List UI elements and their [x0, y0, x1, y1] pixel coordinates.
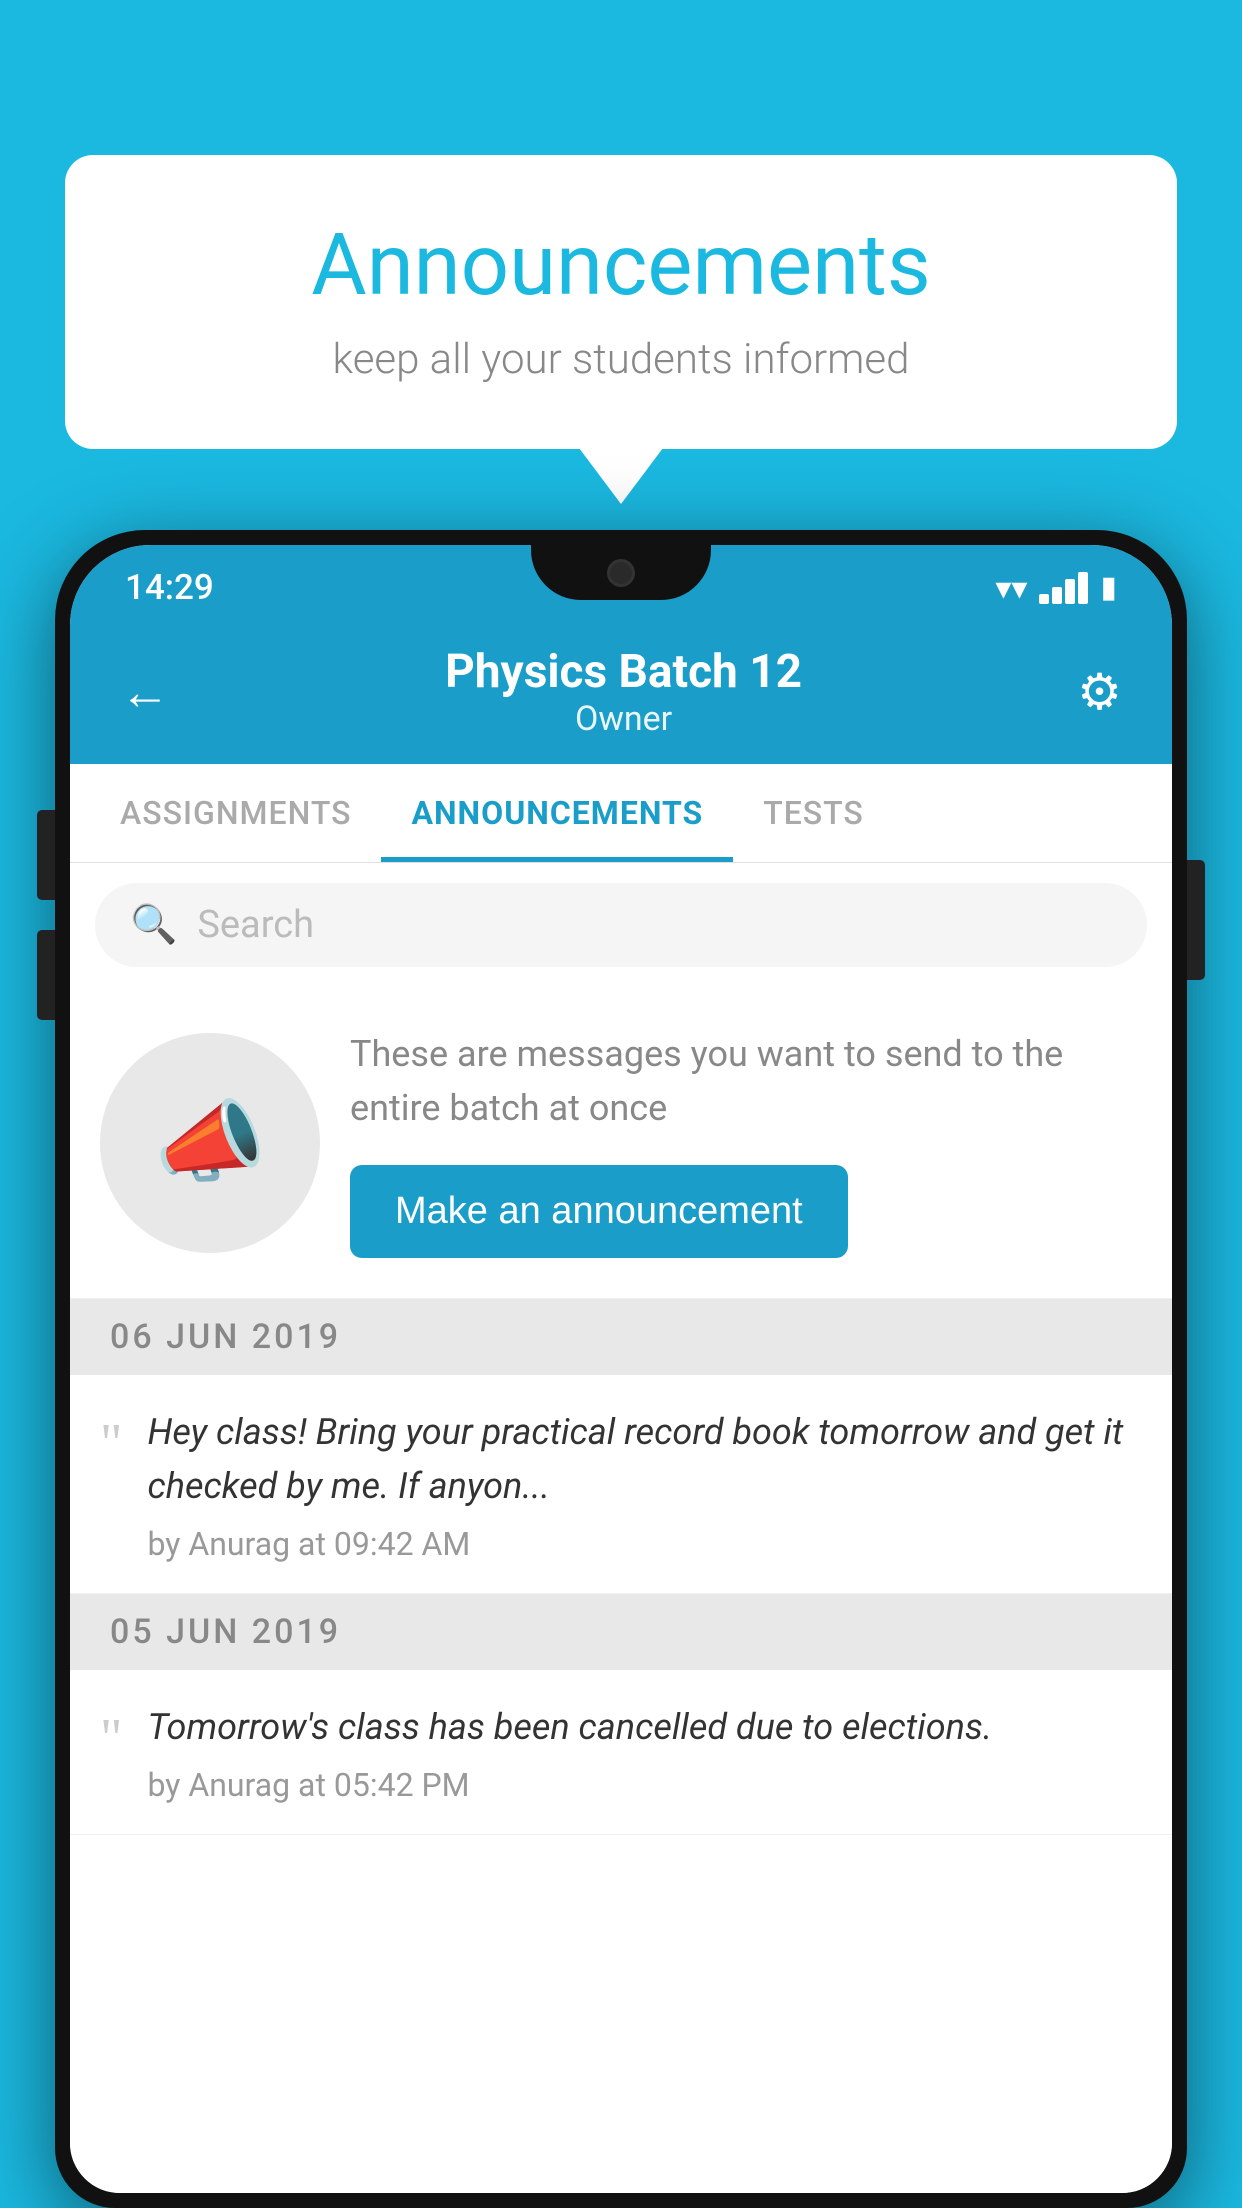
tab-bar: ASSIGNMENTS ANNOUNCEMENTS TESTS: [70, 764, 1172, 863]
app-header: ← Physics Batch 12 Owner ⚙: [70, 620, 1172, 764]
settings-icon[interactable]: ⚙: [1077, 663, 1122, 722]
speech-bubble-subtitle: keep all your students informed: [145, 335, 1097, 384]
back-button[interactable]: ←: [120, 663, 170, 722]
camera-dot: [607, 559, 635, 587]
promo-description: These are messages you want to send to t…: [350, 1027, 1142, 1135]
wifi-icon: ▾▾: [995, 569, 1027, 607]
signal-bar-2: [1052, 587, 1062, 604]
quote-icon-2: ": [100, 1710, 122, 1765]
tab-announcements[interactable]: ANNOUNCEMENTS: [381, 764, 733, 862]
tab-assignments[interactable]: ASSIGNMENTS: [90, 764, 381, 862]
announcement-text-2: Tomorrow's class has been cancelled due …: [147, 1700, 1142, 1754]
signal-bar-1: [1039, 594, 1049, 604]
date-separator-1: 06 JUN 2019: [70, 1299, 1172, 1375]
phone-inner: 14:29 ▾▾ ▮ ← Physics Batch 12: [70, 545, 1172, 2193]
speech-bubble: Announcements keep all your students inf…: [65, 155, 1177, 449]
header-title: Physics Batch 12: [170, 645, 1077, 699]
date-separator-2: 05 JUN 2019: [70, 1594, 1172, 1670]
speech-bubble-title: Announcements: [145, 215, 1097, 315]
announcement-content-1: Hey class! Bring your practical record b…: [147, 1405, 1142, 1563]
content-area: 🔍 Search 📣 These are messages you want t…: [70, 863, 1172, 2193]
search-bar[interactable]: 🔍 Search: [95, 883, 1147, 967]
promo-icon-circle: 📣: [100, 1033, 320, 1253]
phone-notch: [531, 545, 711, 600]
header-title-container: Physics Batch 12 Owner: [170, 645, 1077, 739]
status-icons: ▾▾ ▮: [995, 569, 1117, 607]
battery-icon: ▮: [1100, 570, 1117, 605]
signal-bar-3: [1065, 579, 1075, 604]
make-announcement-button[interactable]: Make an announcement: [350, 1165, 848, 1258]
speech-bubble-container: Announcements keep all your students inf…: [65, 155, 1177, 449]
status-time: 14:29: [125, 567, 214, 608]
signal-bar-4: [1078, 572, 1088, 604]
phone-screen: 14:29 ▾▾ ▮ ← Physics Batch 12: [70, 545, 1172, 2193]
search-icon: 🔍: [130, 903, 177, 947]
header-subtitle: Owner: [170, 699, 1077, 739]
volume-up-button: [37, 810, 55, 900]
signal-bars: [1039, 572, 1088, 604]
announcement-author-2: by Anurag at 05:42 PM: [147, 1766, 1142, 1804]
search-placeholder-text: Search: [197, 903, 314, 947]
megaphone-icon: 📣: [154, 1090, 266, 1195]
search-bar-container: 🔍 Search: [70, 863, 1172, 987]
announcement-author-1: by Anurag at 09:42 AM: [147, 1525, 1142, 1563]
announcement-item-1: " Hey class! Bring your practical record…: [70, 1375, 1172, 1594]
volume-down-button: [37, 930, 55, 1020]
power-button: [1187, 860, 1205, 980]
announcement-item-2: " Tomorrow's class has been cancelled du…: [70, 1670, 1172, 1835]
promo-content: These are messages you want to send to t…: [350, 1027, 1142, 1258]
promo-card: 📣 These are messages you want to send to…: [70, 987, 1172, 1299]
phone-frame: 14:29 ▾▾ ▮ ← Physics Batch 12: [55, 530, 1187, 2208]
tab-tests[interactable]: TESTS: [733, 764, 894, 862]
announcement-content-2: Tomorrow's class has been cancelled due …: [147, 1700, 1142, 1804]
quote-icon-1: ": [100, 1415, 122, 1470]
announcement-text-1: Hey class! Bring your practical record b…: [147, 1405, 1142, 1513]
